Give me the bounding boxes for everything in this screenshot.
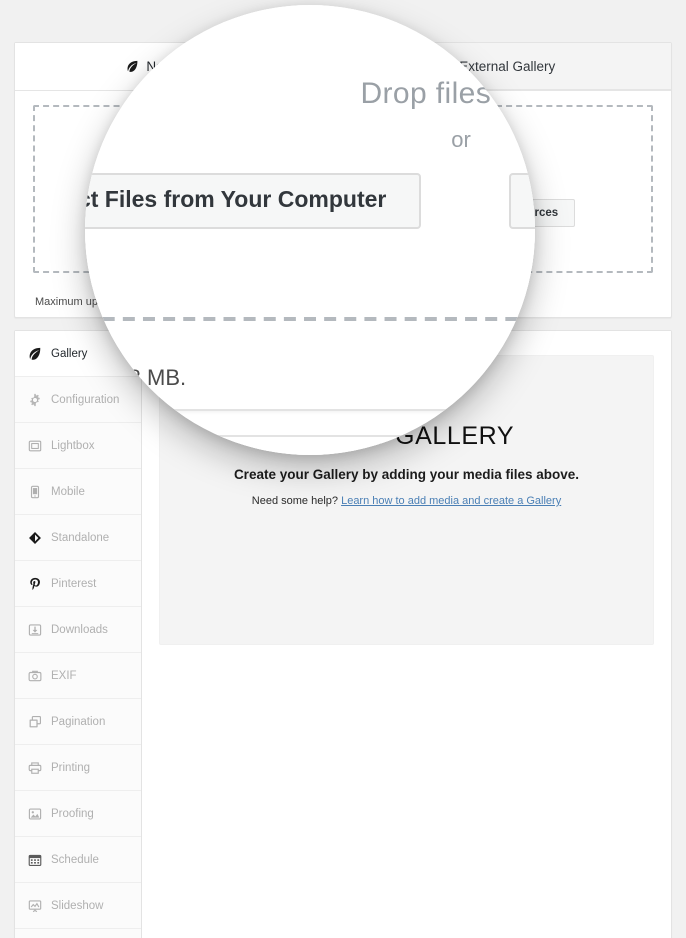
sidebar-item-label: Gallery — [51, 347, 88, 360]
dropzone-title: Drop files here — [360, 77, 535, 111]
calendar-icon — [28, 853, 42, 867]
sidebar-item-label: EXIF — [51, 669, 77, 682]
sidebar-item-label: Standalone — [51, 531, 110, 544]
pinterest-icon — [28, 577, 42, 591]
leaf-icon — [28, 347, 42, 361]
printer-icon — [28, 761, 42, 775]
sidebar-item-exif[interactable]: EXIF — [15, 653, 141, 699]
sidebar-item-label: Pinterest — [51, 577, 97, 590]
file-dropzone: Drop files here or Select Files from You… — [85, 5, 535, 321]
select-files-computer-button: Select Files from Your Computer — [85, 173, 421, 229]
help-prefix-label: Need some help? — [251, 495, 339, 507]
dropzone-buttons: Select Files from Your Computer Select F… — [85, 173, 535, 229]
sidebar-item-label: Slideshow — [51, 899, 104, 912]
sidebar-item-label: Downloads — [51, 623, 108, 636]
sidebar-item-proofing[interactable]: Proofing — [15, 791, 141, 837]
empty-gallery-subtitle: Create your Gallery by adding your media… — [233, 467, 580, 482]
sidebar-item-label: Printing — [51, 761, 90, 774]
max-upload-size-label: Maximum upload file size: 128 MB. — [85, 367, 187, 391]
download-icon — [28, 623, 42, 637]
sidebar-item-label: Mobile — [51, 485, 85, 498]
select-files-other-sources-button: Select Files from Other Sources — [508, 173, 535, 229]
camera-icon — [28, 669, 42, 683]
upload-panel: Native Gallery External Gallery Drop fil… — [85, 5, 535, 411]
sidebar-item-schedule[interactable]: Schedule — [15, 837, 141, 883]
editor-content: EMPTY GALLERY Create your Gallery by add… — [85, 437, 535, 455]
help-link[interactable]: Learn how to add media and create a Gall… — [341, 495, 561, 507]
sidebar-item-label: Proofing — [51, 807, 94, 820]
mobile-icon — [28, 485, 42, 499]
page-root: Native Gallery External Gallery Drop fil… — [0, 0, 686, 938]
magnifier-lens: Native Gallery External Gallery Drop fil… — [85, 5, 535, 455]
pagination-icon — [28, 715, 42, 729]
sidebar-item-label: Schedule — [51, 853, 99, 866]
dropzone-or-label: or — [451, 129, 471, 153]
sidebar-item-label: Pagination — [51, 715, 106, 728]
sidebar-item-pinterest[interactable]: Pinterest — [15, 561, 141, 607]
proofing-icon — [28, 807, 42, 821]
sidebar-item-slideshow[interactable]: Slideshow — [15, 883, 141, 929]
empty-gallery-help: Need some help? Learn how to add media a… — [252, 495, 561, 507]
slideshow-icon — [28, 899, 42, 913]
sidebar-item-printing[interactable]: Printing — [15, 745, 141, 791]
gear-icon — [28, 393, 42, 407]
lightbox-icon — [28, 439, 42, 453]
magnifier-content: Native Gallery External Gallery Drop fil… — [85, 5, 535, 455]
sidebar-item-pagination[interactable]: Pagination — [15, 699, 141, 745]
gallery-editor-panel: GalleryConfigurationLightboxMobileStanda… — [85, 435, 535, 455]
standalone-icon — [28, 531, 42, 545]
sidebar-item-downloads[interactable]: Downloads — [15, 607, 141, 653]
sidebar-item-standalone[interactable]: Standalone — [15, 515, 141, 561]
sidebar-item-mobile[interactable]: Mobile — [15, 469, 141, 515]
